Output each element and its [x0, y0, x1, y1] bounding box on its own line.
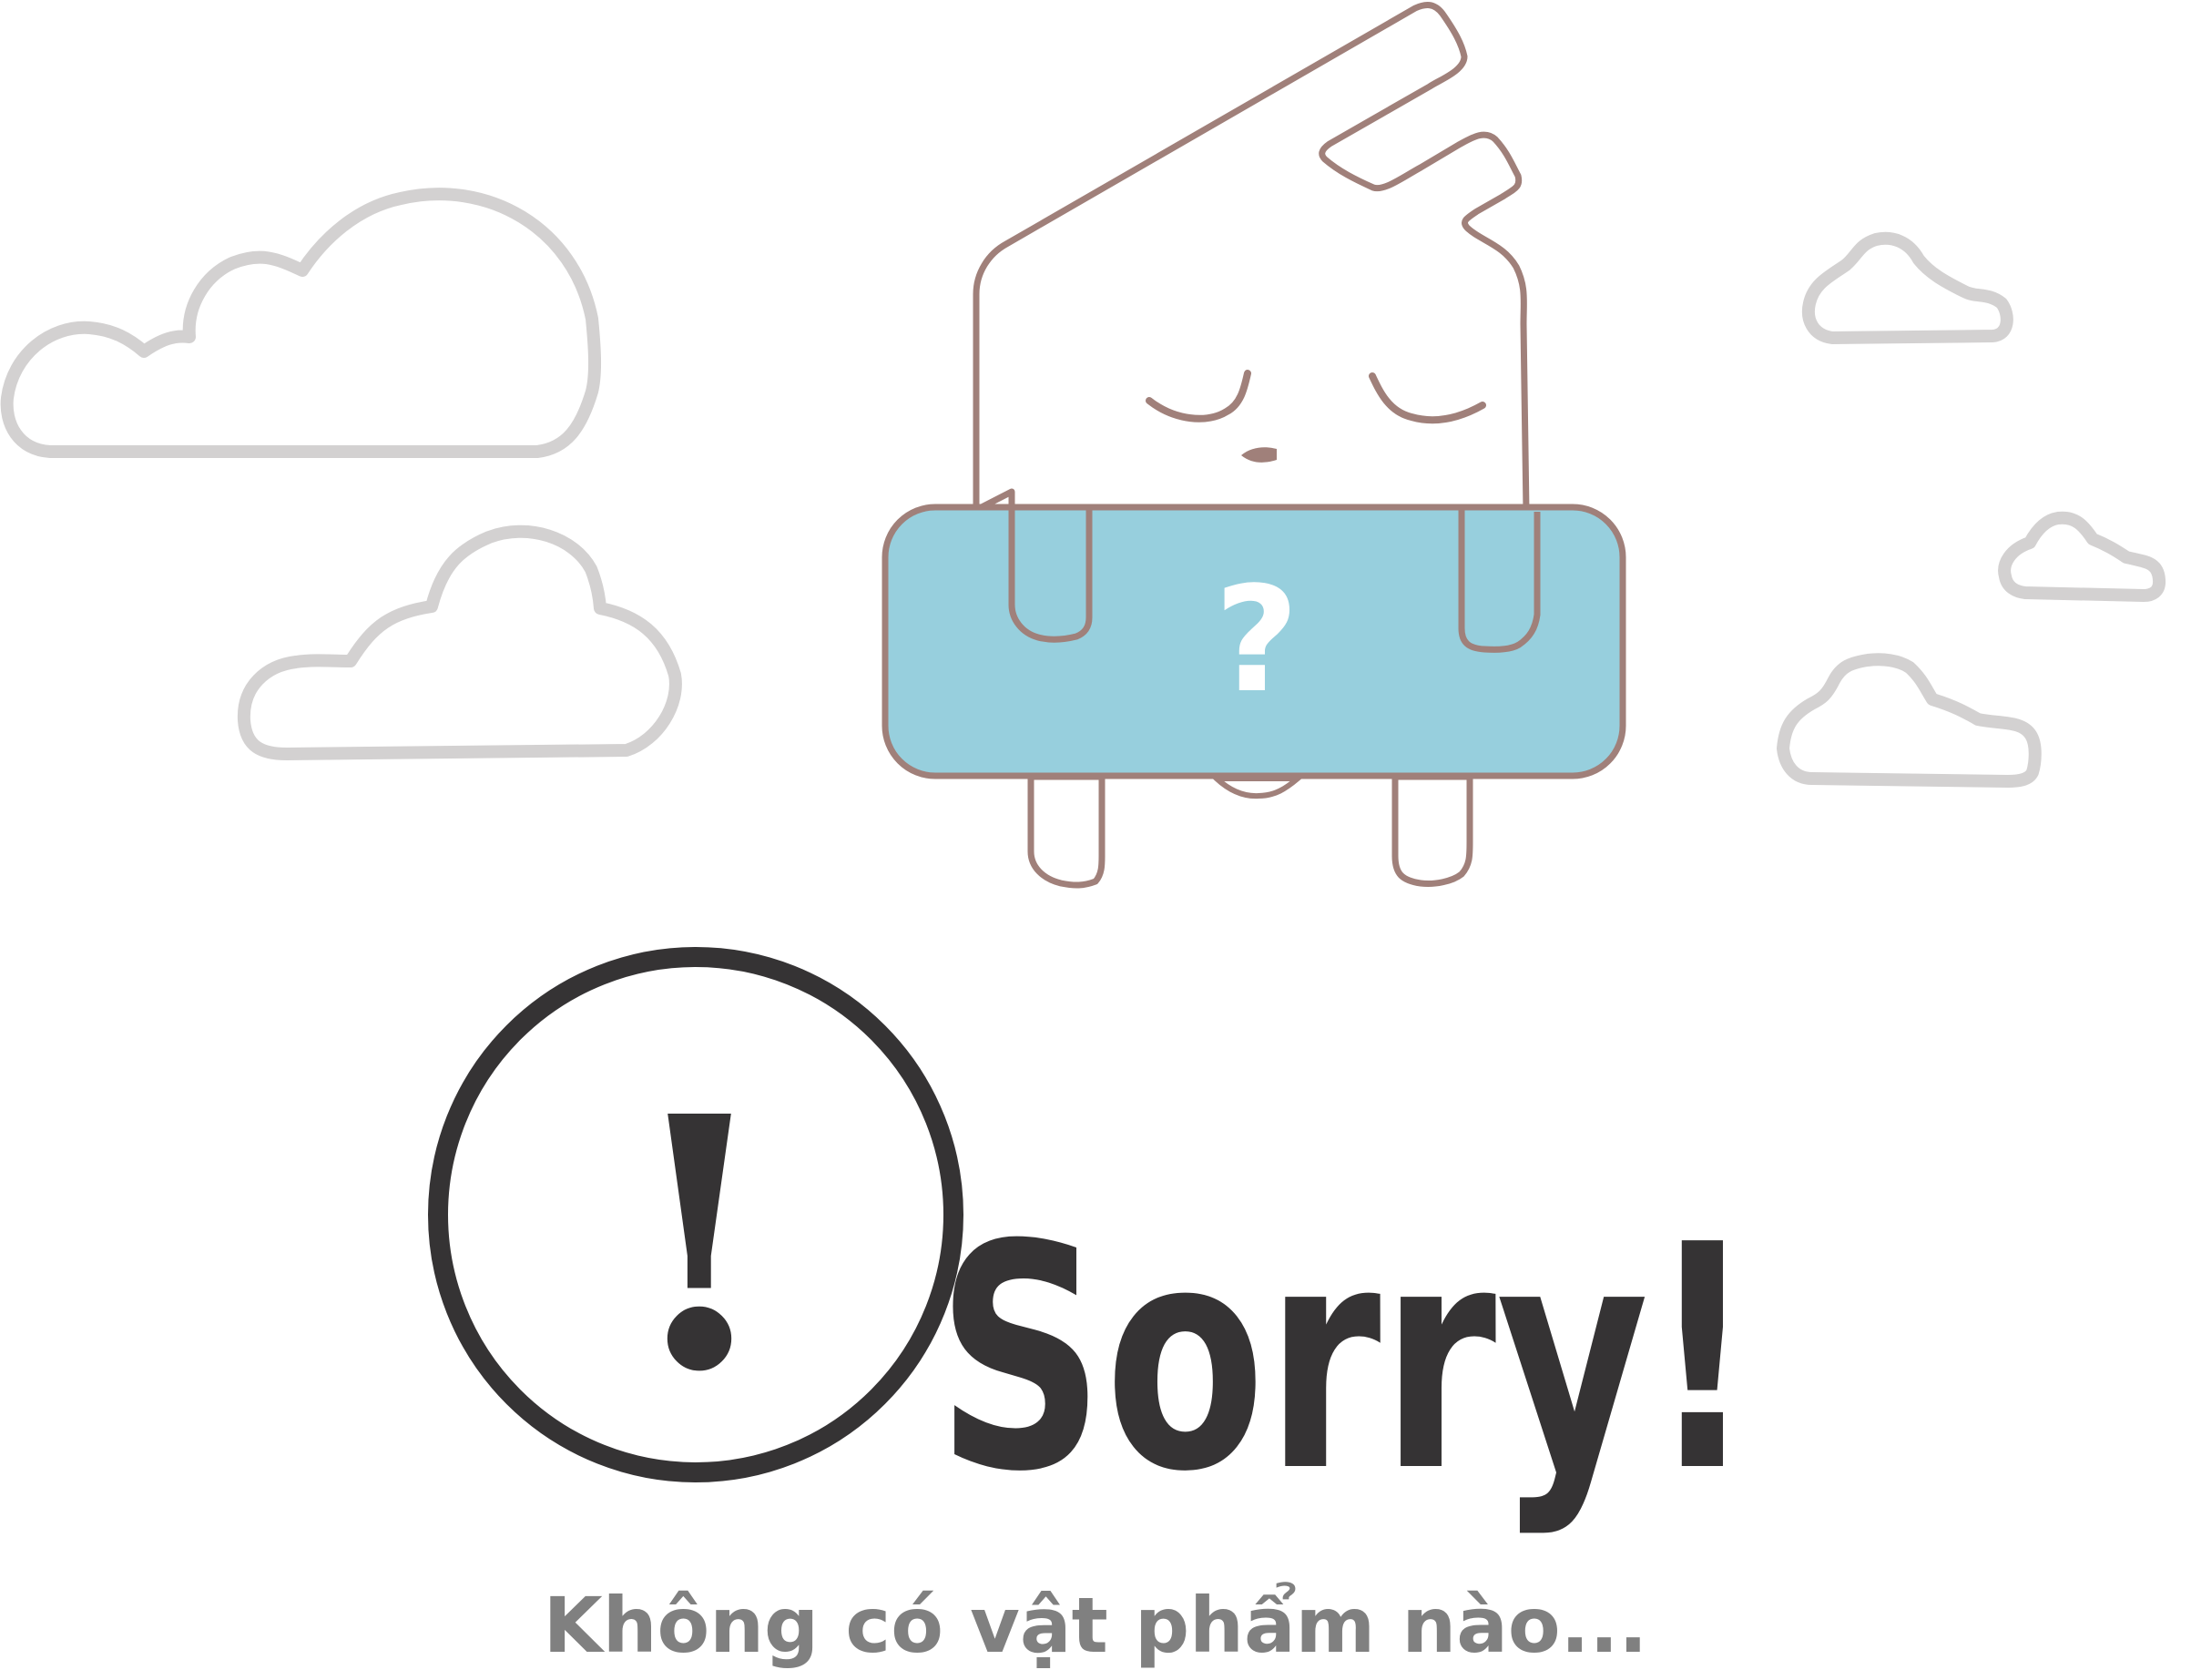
alert-exclamation: !	[624, 1041, 776, 1448]
cloud-icon	[1998, 511, 2166, 602]
mascot-icon: ?	[881, 2, 1626, 889]
cloud-icon	[237, 524, 682, 760]
empty-state-illustration: ? ! Sorry!	[0, 2, 2166, 1540]
cloud-icon	[1777, 653, 2042, 788]
sorry-title: Sorry!	[936, 1179, 1756, 1540]
cloud-icon	[1802, 231, 2013, 344]
empty-message: Không có vật phẩm nào...	[543, 1581, 1648, 1670]
question-mark: ?	[1215, 555, 1299, 725]
cloud-icon	[0, 188, 602, 458]
alert-circle-icon: !	[428, 947, 963, 1482]
